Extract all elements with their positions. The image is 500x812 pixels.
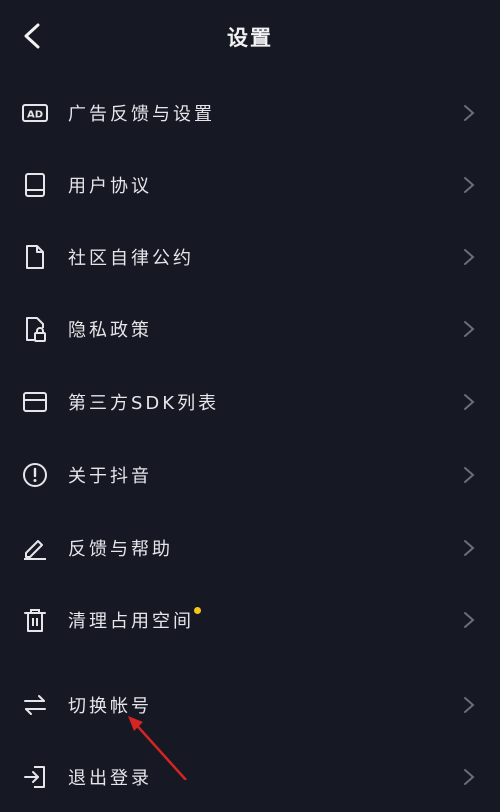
chevron-right-icon: [464, 540, 475, 556]
chevron-right-icon: [464, 394, 475, 410]
settings-item-clear-storage[interactable]: 清理占用空间: [0, 583, 500, 655]
settings-item-label: 切换帐号: [68, 696, 152, 717]
chevron-right-icon: [464, 105, 475, 121]
settings-item-about[interactable]: 关于抖音: [0, 438, 500, 510]
chevron-right-icon: [464, 769, 475, 785]
settings-item-community-convention[interactable]: 社区自律公约: [0, 220, 500, 292]
info-icon: [23, 463, 47, 487]
pen-icon: [24, 540, 46, 560]
settings-item-user-agreement[interactable]: 用户协议: [0, 148, 500, 220]
settings-item-privacy-policy[interactable]: 隐私政策: [0, 292, 500, 364]
chevron-right-icon: [464, 612, 475, 628]
settings-item-label: 关于抖音: [68, 466, 152, 487]
settings-item-logout[interactable]: 退出登录: [0, 740, 500, 812]
settings-item-feedback-help[interactable]: 反馈与帮助: [0, 511, 500, 583]
chevron-right-icon: [464, 177, 475, 193]
settings-item-ad-feedback[interactable]: AD 广告反馈与设置: [0, 76, 500, 148]
settings-item-label: 用户协议: [68, 176, 152, 197]
page-title: 设置: [227, 26, 273, 50]
trash-icon: [24, 609, 46, 632]
chevron-right-icon: [464, 697, 475, 713]
top-bar: 设置: [0, 0, 500, 72]
box-icon: [23, 392, 47, 412]
book-icon: [25, 173, 45, 197]
chevron-right-icon: [464, 467, 475, 483]
svg-text:AD: AD: [27, 110, 43, 121]
swap-icon: [24, 695, 46, 715]
chevron-right-icon: [464, 249, 475, 265]
settings-item-third-party-sdk[interactable]: 第三方SDK列表: [0, 365, 500, 437]
settings-item-label: 社区自律公约: [68, 248, 194, 269]
ad-icon: AD: [22, 104, 48, 122]
document-icon: [26, 245, 44, 269]
settings-item-label: 广告反馈与设置: [68, 104, 215, 125]
chevron-right-icon: [464, 321, 475, 337]
settings-item-label: 第三方SDK列表: [68, 393, 220, 414]
logout-icon: [24, 766, 45, 788]
settings-item-label: 退出登录: [68, 768, 152, 789]
settings-item-label: 反馈与帮助: [68, 539, 173, 560]
settings-item-label: 隐私政策: [68, 320, 152, 341]
settings-item-switch-account[interactable]: 切换帐号: [0, 668, 500, 740]
notification-dot: [194, 607, 201, 614]
lock-document-icon: [26, 317, 46, 342]
settings-item-label: 清理占用空间: [68, 611, 194, 632]
